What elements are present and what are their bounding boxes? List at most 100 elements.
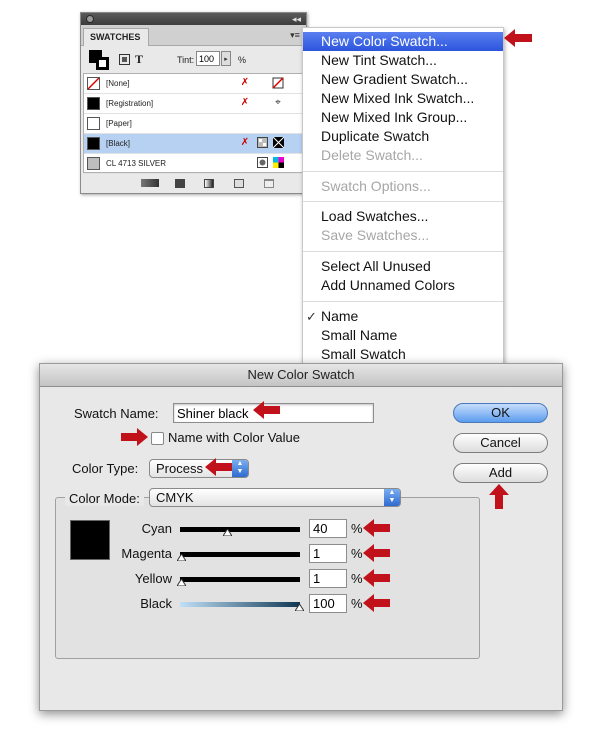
menu-item-select-all-unused[interactable]: Select All Unused	[303, 257, 503, 276]
black-unit: %	[351, 596, 363, 611]
swatch-name: CL 4713 SILVER	[106, 159, 167, 168]
menu-item-delete-swatch: Delete Swatch...	[321, 147, 423, 163]
swatch-name: [Paper]	[106, 119, 132, 128]
no-edit-icon: ✗	[240, 77, 250, 88]
black-slider-thumb[interactable]	[295, 604, 304, 611]
cyan-value-input[interactable]: 40	[309, 519, 347, 538]
panel-collapse-icon[interactable]: ◂◂	[292, 13, 301, 25]
show-gradient-swatches-icon[interactable]	[204, 179, 214, 188]
annotation-arrow-icon	[205, 458, 232, 476]
formatting-text-icon[interactable]: T	[135, 52, 143, 67]
swatch-name-label: Swatch Name:	[74, 406, 159, 421]
menu-item-swatch-options: Swatch Options...	[321, 178, 431, 194]
none-mode-icon	[272, 77, 284, 89]
menu-item-small-name-view[interactable]: Small Name	[303, 326, 503, 345]
tint-input[interactable]: 100	[196, 51, 220, 66]
paper-chip-icon	[87, 117, 100, 130]
menu-item-small-swatch-view[interactable]: Small Swatch	[303, 345, 503, 364]
new-swatch-icon[interactable]	[234, 179, 244, 188]
tab-swatches[interactable]: SWATCHES	[83, 28, 150, 46]
annotation-arrow-icon	[504, 29, 532, 47]
panel-tab-row: SWATCHES ▾≡	[81, 25, 306, 46]
menu-separator	[303, 201, 503, 202]
ok-button[interactable]: OK	[453, 403, 548, 423]
registration-chip-icon	[87, 97, 100, 110]
menu-item-new-mixed-ink-swatch[interactable]: New Mixed Ink Swatch...	[303, 89, 503, 108]
panel-bottom-bar	[81, 174, 306, 193]
color-type-label: Color Type:	[72, 461, 139, 476]
yellow-unit: %	[351, 571, 363, 586]
tint-label: Tint:	[177, 55, 195, 65]
yellow-slider-thumb[interactable]	[177, 579, 186, 586]
tint-arrow-icon[interactable]: ▸	[221, 51, 231, 66]
swatch-row-black[interactable]: [Black] ✗	[84, 134, 303, 154]
cmyk-mode-icon	[272, 136, 284, 149]
swatch-row-registration[interactable]: [Registration] ✗ ⌖	[84, 94, 303, 114]
tab-swatches-label: SWATCHES	[90, 32, 141, 42]
magenta-label: Magenta	[121, 546, 172, 561]
yellow-label: Yellow	[134, 571, 172, 586]
menu-item-duplicate-swatch[interactable]: Duplicate Swatch	[303, 127, 503, 146]
menu-item-load-swatches[interactable]: Load Swatches...	[303, 207, 503, 226]
show-all-swatches-icon[interactable]	[141, 179, 159, 187]
panel-close-button[interactable]	[86, 15, 94, 23]
cancel-button[interactable]: Cancel	[453, 433, 548, 453]
black-value-input[interactable]: 100	[309, 594, 347, 613]
annotation-arrow-icon	[363, 594, 390, 612]
menu-item-save-swatches: Save Swatches...	[321, 227, 430, 243]
registration-mark-icon: ⌖	[275, 97, 281, 108]
popup-stepper-icon: ▲ ▼	[384, 489, 400, 506]
trash-icon[interactable]	[264, 179, 274, 188]
color-mode-select[interactable]: CMYK ▲ ▼	[149, 488, 401, 507]
annotation-arrow-icon	[121, 428, 148, 446]
menu-item-new-mixed-ink-group[interactable]: New Mixed Ink Group...	[303, 108, 503, 127]
swatches-flyout-menu: New Color Swatch... New Tint Swatch... N…	[302, 27, 504, 365]
new-color-swatch-dialog: New Color Swatch Swatch Name: Shiner bla…	[39, 363, 563, 711]
cyan-slider-thumb[interactable]	[223, 529, 232, 536]
swatch-row-cl-4713-silver[interactable]: CL 4713 SILVER	[84, 154, 303, 174]
none-chip-icon	[87, 77, 100, 90]
cyan-label: Cyan	[141, 521, 172, 536]
swatch-row-paper[interactable]: [Paper]	[84, 114, 303, 134]
show-color-swatches-icon[interactable]	[175, 179, 185, 188]
menu-item-new-tint-swatch[interactable]: New Tint Swatch...	[303, 51, 503, 70]
swatches-panel: ◂◂ SWATCHES ▾≡ T Tint: 100 ▸ % [None] ✗ …	[80, 12, 307, 194]
dialog-title: New Color Swatch	[40, 364, 562, 387]
black-slider-track[interactable]	[180, 602, 300, 607]
color-type-value: Process	[156, 461, 203, 476]
check-icon: ✓	[306, 309, 317, 324]
menu-item-new-color-swatch[interactable]: New Color Swatch...	[303, 32, 503, 51]
color-type-select[interactable]: Process ▲ ▼	[149, 459, 249, 478]
magenta-slider-track[interactable]	[180, 552, 300, 557]
process-color-icon	[256, 137, 268, 149]
panel-menu-icon[interactable]: ▾≡	[287, 29, 303, 41]
menu-separator	[303, 251, 503, 252]
annotation-arrow-icon	[253, 401, 280, 419]
cyan-slider-track[interactable]	[180, 527, 300, 532]
menu-item-add-unnamed-colors[interactable]: Add Unnamed Colors	[303, 276, 503, 295]
swatch-name: [None]	[106, 79, 130, 88]
annotation-arrow-icon	[363, 544, 390, 562]
spot-color-icon	[256, 157, 268, 169]
add-button[interactable]: Add	[453, 463, 548, 483]
color-mode-label: Color Mode:	[65, 491, 144, 506]
name-with-color-value-checkbox[interactable]	[151, 432, 164, 445]
color-mode-value: CMYK	[156, 490, 194, 505]
magenta-value-input[interactable]: 1	[309, 544, 347, 563]
swatch-row-none[interactable]: [None] ✗	[84, 74, 303, 94]
fill-stroke-icon[interactable]	[89, 50, 109, 70]
swatch-list: [None] ✗ [Registration] ✗ ⌖ [Paper] [Bla…	[83, 73, 304, 174]
cmyk-color-icon	[272, 157, 284, 169]
menu-item-new-gradient-swatch[interactable]: New Gradient Swatch...	[303, 70, 503, 89]
name-with-color-value-label: Name with Color Value	[168, 430, 300, 445]
menu-item-name-view[interactable]: ✓ Name	[303, 307, 503, 326]
yellow-slider-track[interactable]	[180, 577, 300, 582]
yellow-value-input[interactable]: 1	[309, 569, 347, 588]
swatch-name: [Registration]	[106, 99, 154, 108]
formatting-container-icon[interactable]	[119, 54, 130, 65]
panel-titlebar: ◂◂	[81, 13, 306, 25]
magenta-slider-thumb[interactable]	[177, 554, 186, 561]
no-edit-icon: ✗	[240, 137, 250, 148]
swatch-name: [Black]	[106, 139, 131, 148]
popup-stepper-icon: ▲ ▼	[232, 460, 248, 477]
